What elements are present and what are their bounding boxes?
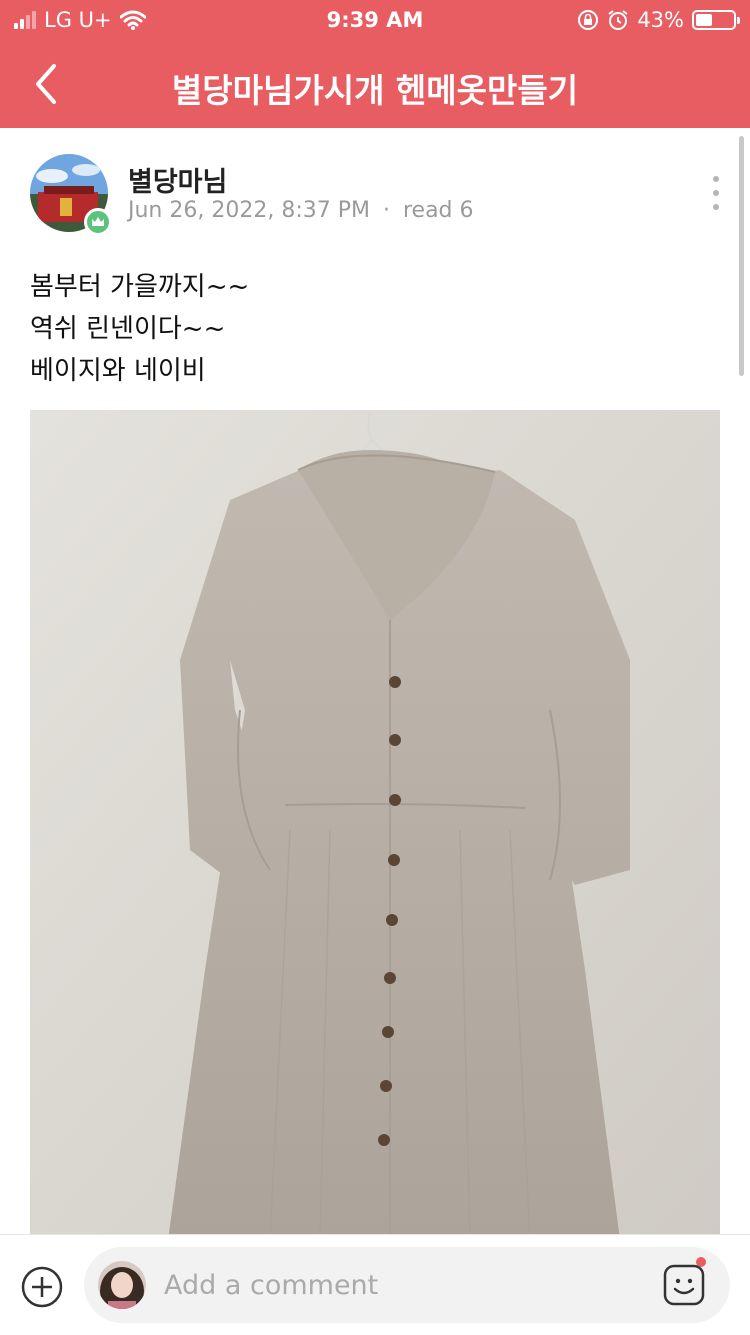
comment-input[interactable] (164, 1265, 644, 1305)
post-line: 베이지와 네이비 (30, 356, 206, 386)
comment-bar (0, 1234, 750, 1335)
more-options-icon[interactable] (708, 176, 724, 210)
author-name[interactable]: 별당마님 (128, 160, 227, 199)
status-right: 43% (577, 8, 740, 32)
post-date: Jun 26, 2022, 8:37 PM (128, 198, 370, 223)
page-title: 별당마님가시개 헨메옷만들기 (171, 71, 579, 110)
status-bar: LG U+ 9:39 AM 43% (0, 0, 750, 40)
post-line: 역쉬 린넨이다~~ (30, 314, 226, 344)
read-count: read 6 (402, 198, 474, 223)
post-meta: Jun 26, 2022, 8:37 PM · read 6 (128, 198, 474, 223)
post-line: 봄부터 가을까지~~ (30, 272, 250, 302)
notification-dot (696, 1257, 706, 1267)
post-body: 봄부터 가을까지~~ 역쉬 린넨이다~~ 베이지와 네이비 (30, 266, 249, 392)
post-photo[interactable] (30, 410, 720, 1240)
meta-separator: · (382, 198, 390, 223)
crown-icon (84, 208, 112, 236)
battery-icon (692, 10, 740, 30)
rotation-lock-icon (578, 10, 599, 30)
alarm-icon (608, 10, 628, 30)
add-attachment-icon[interactable] (20, 1265, 64, 1309)
emoji-icon[interactable] (662, 1263, 706, 1307)
comment-box[interactable] (84, 1247, 730, 1323)
user-avatar (98, 1261, 146, 1309)
scrollbar[interactable] (739, 136, 744, 376)
battery-label: 43% (637, 8, 684, 32)
header: 별당마님가시개 헨메옷만들기 (0, 40, 750, 128)
